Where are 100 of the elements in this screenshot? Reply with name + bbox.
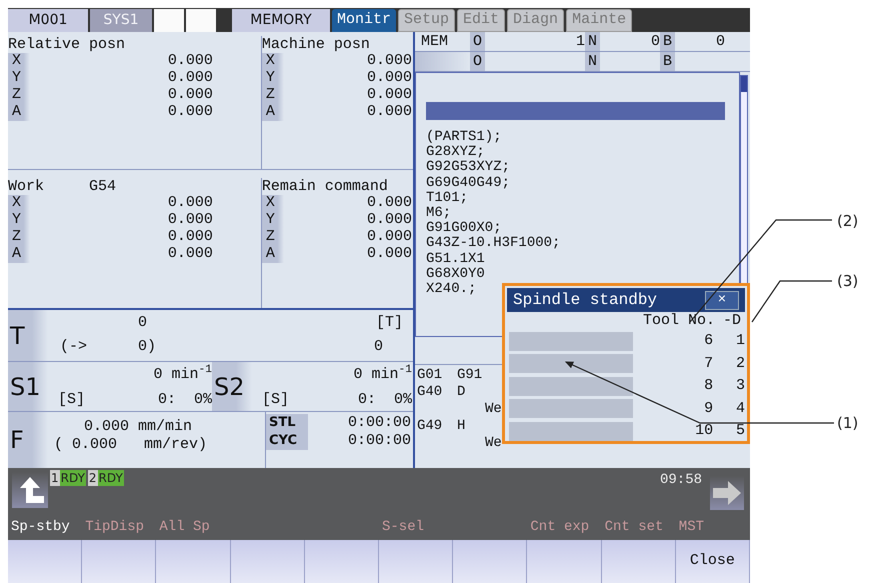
mode-label: MEM [420, 32, 450, 51]
callout-label: (1) [837, 413, 858, 434]
softkey-label: Sp-stby [10, 518, 71, 537]
spindle-s-label: [S] [57, 390, 86, 410]
program-line: G92G53XYZ; [426, 160, 512, 176]
function-key[interactable] [453, 540, 528, 583]
screen-tab[interactable]: Setup [398, 9, 456, 32]
modal-value: G91 [457, 367, 482, 384]
axis-value: 0.000 [366, 246, 412, 263]
axis-value: 0.000 [366, 229, 412, 246]
field-value: 0 [715, 32, 726, 51]
function-key[interactable] [8, 540, 82, 583]
function-key[interactable] [82, 540, 156, 583]
mode-indicator: MEMORY [232, 9, 330, 32]
modal-value: H [457, 418, 466, 435]
field-value: 0 [650, 32, 660, 51]
spindle-speed: 0 min$^{-1}$ [152, 366, 212, 385]
softkey-label: Cnt set [604, 518, 664, 537]
section-title: Work [8, 178, 44, 195]
ready-indicator: RDY [60, 470, 86, 486]
timer-label: CYC [266, 432, 308, 450]
spindle-override: 0: 0% [156, 390, 212, 410]
tool-command: 0 [372, 338, 384, 356]
screen-tab[interactable]: Monitr [332, 9, 396, 32]
axis-value: 0.000 [166, 195, 213, 212]
tool-bracket-label: [T] [374, 314, 403, 333]
tool-number-cell-text: 10 [694, 421, 714, 441]
function-key[interactable] [156, 540, 231, 583]
next-tool-number: 0) [138, 338, 158, 356]
function-key[interactable] [304, 540, 379, 583]
program-line: G43Z-10.H3F1000; [426, 236, 562, 252]
callout-label: (3) [837, 271, 858, 292]
dialog-title: Spindle standby [513, 290, 658, 311]
column-header: -D [722, 310, 741, 331]
field-label: N [585, 32, 600, 51]
system-number: 1 [50, 470, 60, 486]
header-cell: SYS1 [90, 9, 152, 32]
axis-value: 0.000 [166, 104, 213, 121]
d-number-cell-text: 1 [734, 331, 745, 351]
header-cell: M001 [8, 9, 88, 32]
screen-tab[interactable]: Edit [457, 9, 506, 32]
function-key[interactable] [378, 540, 454, 583]
spindle-speed: 0 min$^{-1}$ [352, 366, 412, 385]
tool-number-cell-text: 7 [703, 354, 714, 374]
axis-label: X [262, 195, 284, 212]
axis-value: 0.000 [166, 53, 213, 70]
spindle-override: 0: 0% [356, 390, 412, 410]
field-label: B [660, 52, 676, 71]
spindle-label: S1 [8, 362, 48, 411]
timer-value: 0:00:00 [346, 414, 412, 432]
axis-value: 0.000 [166, 87, 213, 104]
axis-value: 0.000 [366, 53, 412, 70]
tool-number-cell-text: 6 [703, 331, 714, 351]
axis-value: 0.000 [366, 104, 412, 121]
program-line: G28XYZ; [426, 145, 486, 160]
tool-label: T [8, 310, 48, 361]
axis-value: 0.000 [166, 229, 213, 246]
softkey-label: S-sel [380, 518, 425, 537]
modal-value: We [484, 435, 502, 452]
d-number-cell-text: 5 [734, 421, 745, 441]
spindle-label: S2 [212, 362, 252, 411]
program-line: X240.; [426, 282, 478, 298]
function-key[interactable] [230, 540, 305, 583]
axis-label: A [262, 246, 284, 263]
axis-label: Y [8, 212, 30, 229]
feed-rate: 0.000 mm/min [83, 418, 194, 436]
spindle-s-label: [S] [261, 390, 290, 410]
axis-label: Y [262, 70, 284, 87]
close-button[interactable]: × [705, 290, 739, 310]
modal-code: G49 [416, 418, 444, 435]
close-key[interactable]: Close [676, 540, 750, 583]
system-number: 2 [88, 470, 98, 486]
feed-per-rev: ( 0.000 mm/rev) [53, 436, 208, 454]
axis-label: X [8, 53, 30, 70]
tool-number-cell-text: 9 [703, 398, 714, 418]
screen-tab[interactable]: Mainte [566, 9, 632, 32]
column-header: Tool No. [642, 310, 715, 331]
field-label: O [470, 52, 486, 71]
program-line: G69G40G49; [426, 176, 512, 191]
tool-number-cell-text: 8 [703, 376, 714, 396]
timer-value: 0:00:00 [346, 432, 412, 450]
modal-value: D [457, 384, 466, 401]
axis-value: 0.000 [166, 212, 213, 229]
axis-label: X [8, 195, 30, 212]
screen-tab[interactable]: Diagn [507, 9, 564, 32]
program-line: M6; [426, 206, 452, 222]
function-key[interactable] [602, 540, 676, 583]
field-value: 1 [575, 32, 586, 51]
function-key[interactable] [527, 540, 602, 583]
field-label: N [585, 52, 600, 71]
softkey-label: Cnt exp [529, 518, 590, 537]
field-label: B [660, 32, 676, 51]
axis-label: Z [8, 229, 30, 246]
axis-value: 0.000 [366, 212, 412, 229]
modal-code: G01 [416, 367, 444, 384]
axis-label: Z [8, 87, 30, 104]
section-title: Remain command [262, 178, 388, 195]
axis-label: Z [262, 229, 284, 246]
arrow-text: (-> [59, 338, 88, 356]
clock-time: 09:58 [660, 471, 702, 490]
